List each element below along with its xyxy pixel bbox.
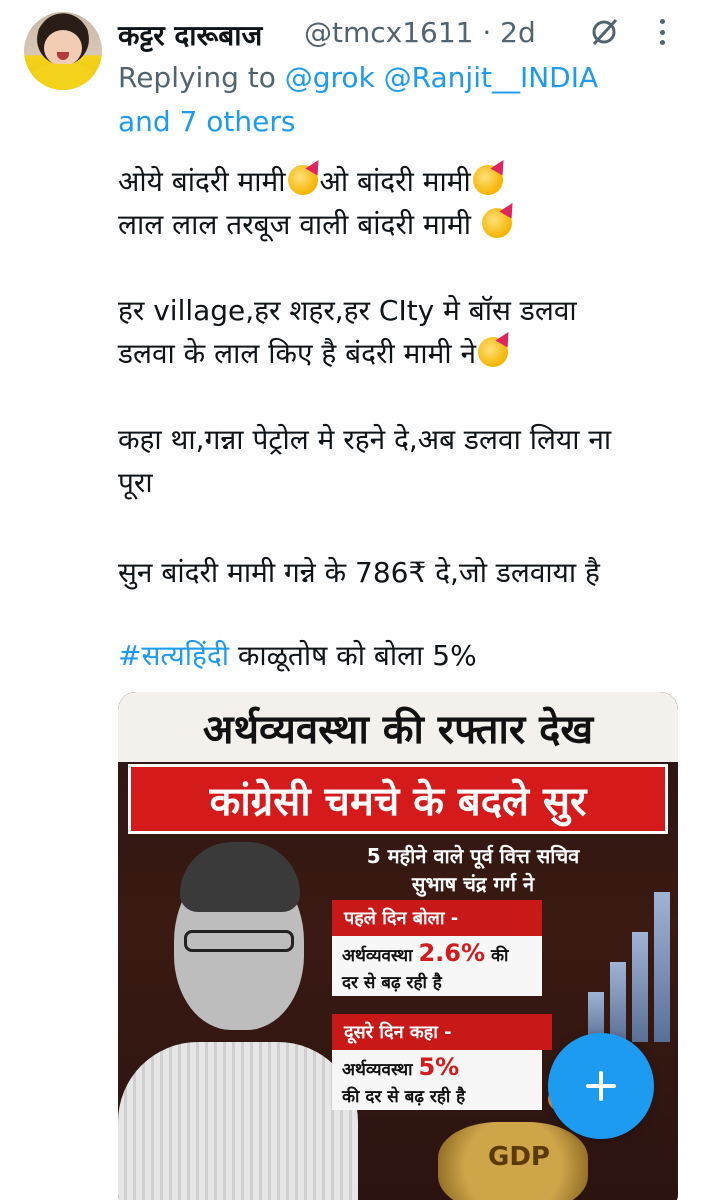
first-day-statement: अर्थव्यवस्था 2.6% की दर से बढ़ रही है [332, 936, 542, 996]
partying-face-emoji [287, 165, 318, 195]
partying-face-emoji [472, 165, 503, 195]
media-banner-top: अर्थव्यवस्था की रफ्तार देख [118, 692, 678, 762]
media-subhead: 5 महीने वाले पूर्व वित्त सचिव सुभाष चंद्… [366, 844, 580, 896]
hashtag-link[interactable]: #सत्यहिंदी [118, 639, 229, 672]
tweet-text-block-2: हर village,हर शहर,हर CIty मे बॉस डलवा डल… [118, 294, 577, 370]
tweet-text-block-5: #सत्यहिंदी काळूतोष को बोला 5% [118, 639, 477, 672]
first-day-label: पहले दिन बोला - [332, 900, 542, 936]
grok-icon[interactable] [588, 16, 620, 48]
tweet-header: कट्टर दारूबाज @tmcx1611 · 2d [118, 10, 678, 54]
second-day-statement: अर्थव्यवस्था 5% की दर से बढ़ रही है [332, 1050, 542, 1110]
compose-plus-icon[interactable] [548, 1033, 654, 1139]
media-banner-red: कांग्रेसी चमचे के बदले सुर [128, 764, 668, 834]
growth-bars-graphic [588, 882, 678, 1042]
gdp-text: GDP [488, 1142, 550, 1172]
partying-face-emoji [478, 337, 509, 367]
handle-and-time[interactable]: @tmcx1611 · 2d [304, 16, 536, 49]
replying-to: Replying to @grok @Ranjit__INDIA and 7 o… [118, 61, 599, 138]
second-day-label: दूसरे दिन कहा - [332, 1014, 552, 1050]
more-icon[interactable] [646, 16, 678, 48]
tweet-text-block-4: सुन बांदरी मामी गन्ने के 786₹ दे,जो डलवा… [118, 556, 600, 589]
tweet[interactable]: कट्टर दारूबाज @tmcx1611 · 2d Replying to… [0, 0, 701, 1200]
partying-face-emoji [481, 208, 512, 238]
replying-others-link[interactable]: and 7 others [118, 105, 295, 138]
avatar[interactable] [24, 12, 102, 90]
replying-mentions[interactable]: @grok @Ranjit__INDIA [285, 61, 598, 94]
tweet-text-block-1: ओये बांदरी मामी ओ बांदरी मामी लाल लाल तरब… [118, 160, 678, 246]
tweet-text-block-3: कहा था,गन्ना पेट्रोल मे रहने दे,अब डलवा … [118, 423, 612, 499]
display-name[interactable]: कट्टर दारूबाज [118, 16, 262, 54]
